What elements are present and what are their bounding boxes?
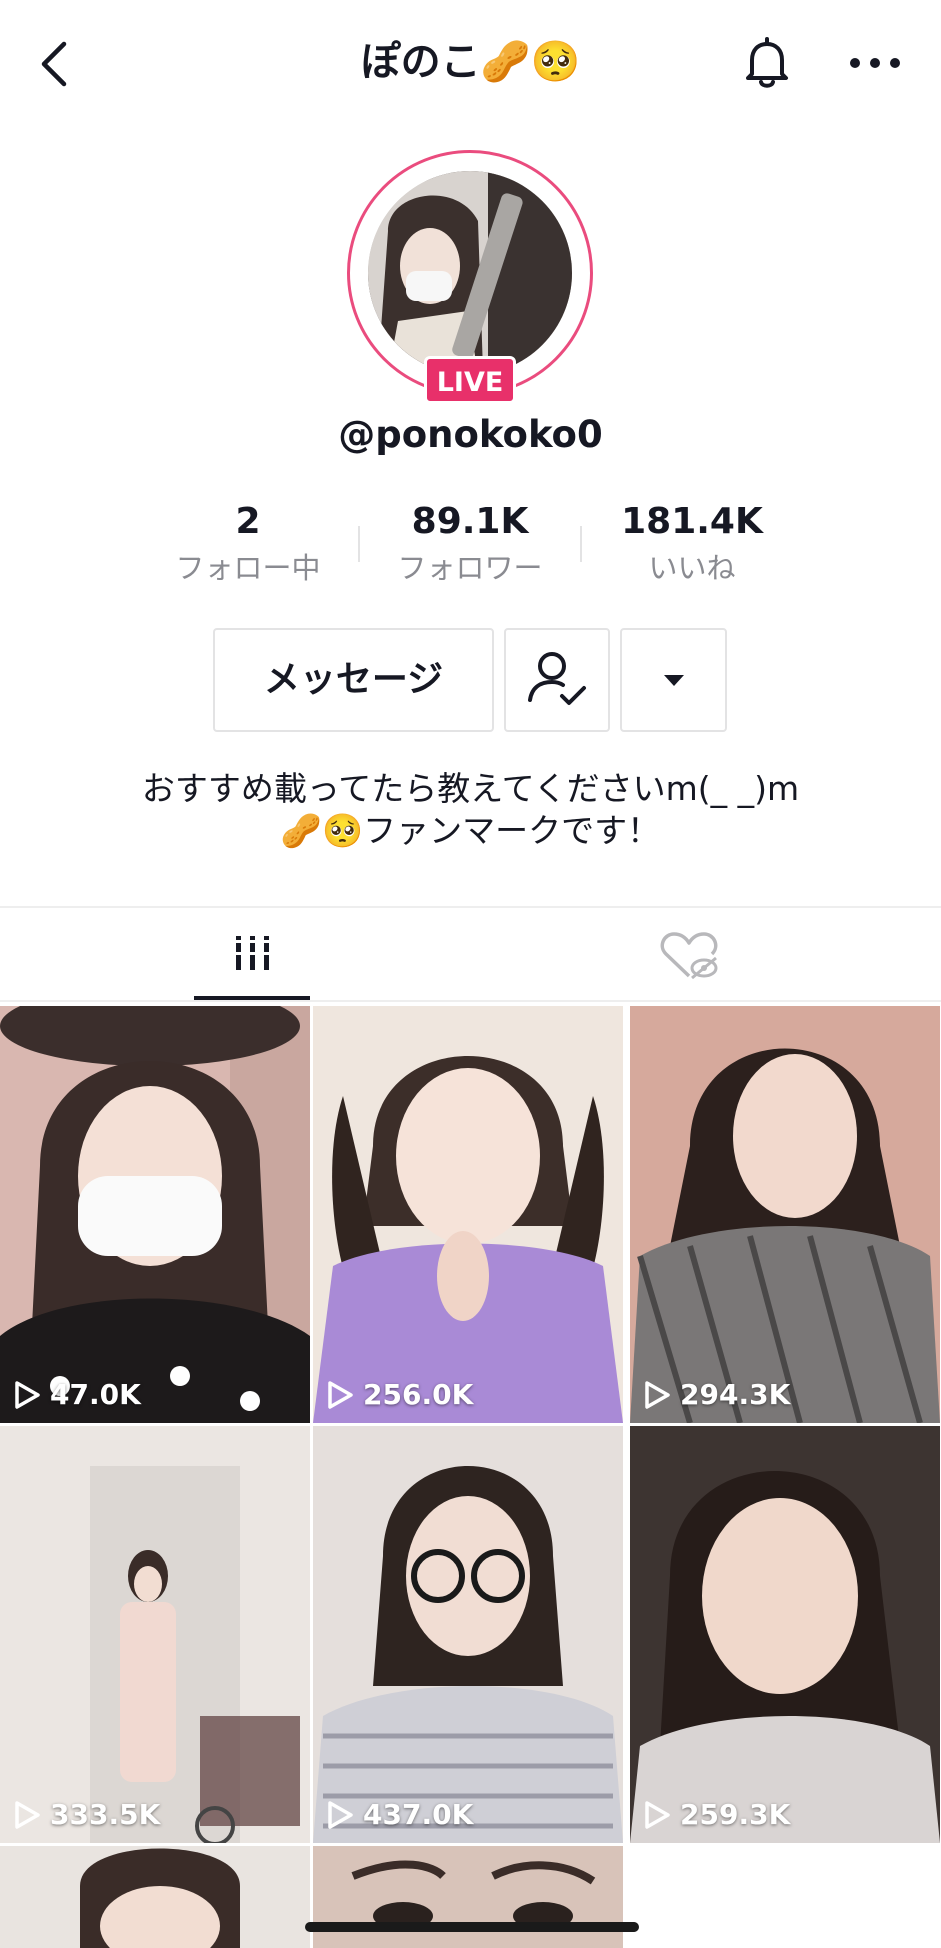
view-count-text: 259.3K [680, 1798, 791, 1831]
view-count-text: 333.5K [50, 1798, 161, 1831]
message-button[interactable]: メッセージ [213, 628, 494, 732]
home-indicator[interactable] [305, 1922, 639, 1932]
tab-divider [0, 1000, 941, 1002]
caret-down-icon [664, 675, 684, 686]
video-thumbnail [313, 1846, 623, 1948]
followers-stat[interactable]: 89.1K フォロワー [370, 500, 570, 588]
play-icon [328, 1380, 353, 1409]
play-icon [15, 1380, 40, 1409]
video-thumbnail [0, 1426, 310, 1843]
bio-line-1: おすすめ載ってたら教えてくださいm(_ _)m [141, 769, 800, 808]
view-count: 437.0K [325, 1798, 473, 1831]
liked-hidden-icon[interactable] [654, 930, 724, 984]
suggested-accounts-button[interactable] [620, 628, 727, 732]
video-thumbnail [313, 1006, 623, 1423]
video-tile[interactable]: 47.0K [0, 1006, 310, 1423]
live-badge[interactable]: LIVE [424, 356, 516, 404]
video-tile[interactable]: 256.0K [313, 1006, 623, 1423]
video-thumbnail [0, 1846, 310, 1948]
stat-divider [580, 526, 582, 562]
following-stat[interactable]: 2 フォロー中 [148, 500, 348, 588]
avatar-photo [368, 171, 572, 375]
username-handle: @ponokoko0 [338, 413, 603, 456]
bell-icon[interactable] [742, 36, 792, 90]
video-thumbnail [630, 1426, 940, 1843]
likes-count: 181.4K [621, 501, 763, 542]
view-count-text: 437.0K [363, 1798, 474, 1831]
video-tile[interactable] [0, 1846, 310, 1948]
video-thumbnail [0, 1006, 310, 1423]
view-count: 294.3K [642, 1378, 790, 1411]
videos-grid-icon[interactable] [194, 930, 310, 998]
view-count-text: 294.3K [680, 1378, 791, 1411]
user-check-icon [528, 652, 586, 705]
video-tile[interactable]: 333.5K [0, 1426, 310, 1843]
video-tile[interactable]: 437.0K [313, 1426, 623, 1843]
view-count: 47.0K [12, 1378, 141, 1411]
following-status-button[interactable] [504, 628, 610, 732]
stat-divider [358, 526, 360, 562]
bio-line-2: 🥜🥺ファンマークです！ [280, 811, 661, 850]
page-title: ぽのこ🥜🥺 [360, 39, 581, 85]
play-icon [15, 1800, 40, 1829]
likes-stat[interactable]: 181.4K いいね [592, 500, 792, 588]
view-count-text: 47.0K [50, 1378, 141, 1411]
followers-label: フォロワー [397, 551, 543, 585]
bio: おすすめ載ってたら教えてくださいm(_ _)m 🥜🥺ファンマークです！ [0, 768, 941, 852]
following-label: フォロー中 [175, 551, 321, 585]
avatar[interactable] [368, 171, 572, 375]
play-icon [645, 1800, 670, 1829]
view-count: 259.3K [642, 1798, 790, 1831]
tab-divider [0, 906, 941, 908]
view-count: 256.0K [325, 1378, 473, 1411]
play-icon [328, 1800, 353, 1829]
followers-count: 89.1K [411, 501, 529, 542]
video-tile[interactable]: 259.3K [630, 1426, 940, 1843]
view-count: 333.5K [12, 1798, 160, 1831]
video-tile[interactable] [313, 1846, 623, 1948]
likes-label: いいね [648, 551, 736, 585]
video-thumbnail [313, 1426, 623, 1843]
video-thumbnail [630, 1006, 940, 1423]
video-tile[interactable]: 294.3K [630, 1006, 940, 1423]
following-count: 2 [235, 501, 261, 542]
view-count-text: 256.0K [363, 1378, 474, 1411]
more-dots-icon[interactable] [848, 54, 902, 72]
play-icon [645, 1380, 670, 1409]
